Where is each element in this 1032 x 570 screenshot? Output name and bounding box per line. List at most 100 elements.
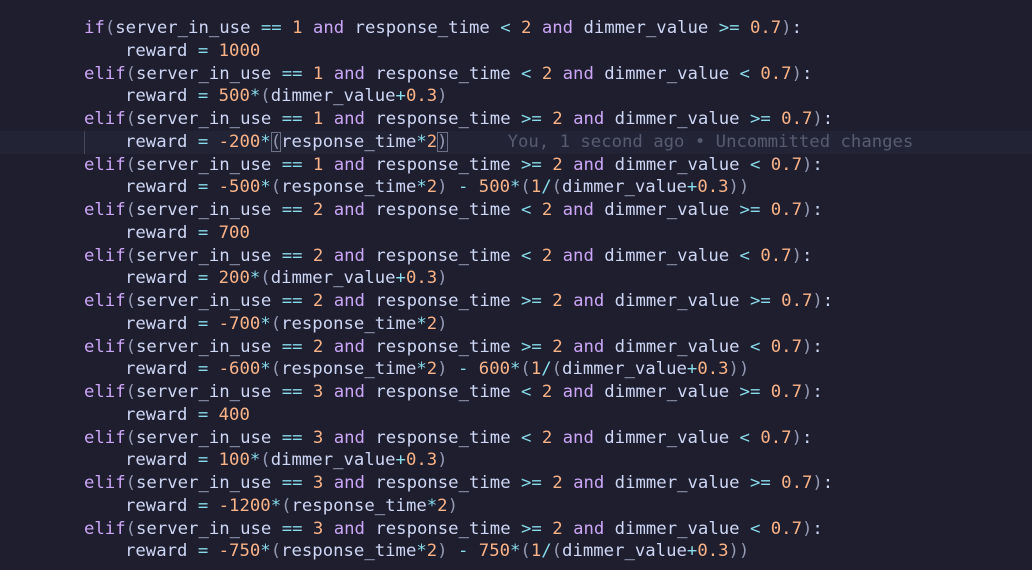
code-token: response_time <box>364 427 522 448</box>
code-editor[interactable]: if(server_in_use == 1 and response_time … <box>0 17 1032 563</box>
code-token: * <box>249 86 261 107</box>
code-token: response_time <box>364 382 522 402</box>
code-line[interactable]: elif(server_in_use == 2 and response_tim… <box>0 336 1032 359</box>
code-line[interactable]: elif(server_in_use == 1 and response_tim… <box>0 108 1032 131</box>
code-token: < <box>521 200 532 220</box>
code-token: >= <box>521 291 542 311</box>
code-token: elif <box>84 154 126 175</box>
code-token: >= <box>749 291 771 311</box>
code-token: 3 <box>312 427 324 448</box>
code-token: and <box>312 18 345 38</box>
code-token: * <box>510 177 521 198</box>
code-token: >= <box>749 109 771 129</box>
code-token: + <box>395 268 406 289</box>
code-line[interactable]: reward = -1200*(response_time*2) <box>0 495 1032 518</box>
code-token: server_in_use <box>115 18 261 38</box>
code-token: ( <box>270 359 282 380</box>
code-token: )) <box>728 177 750 198</box>
code-token: < <box>749 154 761 175</box>
code-line[interactable]: reward = -750*(response_time*2) - 750*(1… <box>0 540 1032 563</box>
code-token: 2 <box>552 473 563 493</box>
code-line[interactable]: elif(server_in_use == 2 and response_tim… <box>0 199 1032 222</box>
code-token: * <box>260 359 271 380</box>
code-token: ( <box>281 495 292 516</box>
code-token: ( <box>104 18 116 38</box>
code-token: : <box>801 427 813 448</box>
code-token: elif <box>84 336 126 357</box>
code-token: server_in_use <box>136 427 282 448</box>
code-line[interactable]: reward = -500*(response_time*2) - 500*(1… <box>0 176 1032 199</box>
code-token: and <box>573 473 605 493</box>
code-line[interactable]: reward = -700*(response_time*2) <box>0 313 1032 336</box>
code-line[interactable]: elif(server_in_use == 3 and response_tim… <box>0 427 1032 450</box>
code-line[interactable]: elif(server_in_use == 3 and response_tim… <box>0 518 1032 541</box>
code-token: and <box>562 382 594 402</box>
code-line[interactable]: elif(server_in_use == 3 and response_tim… <box>0 472 1032 495</box>
code-token: elif <box>84 109 126 129</box>
code-line[interactable]: elif(server_in_use == 2 and response_tim… <box>0 245 1032 268</box>
code-token: = <box>197 222 209 243</box>
code-line[interactable]: reward = -600*(response_time*2) - 600*(1… <box>0 358 1032 381</box>
code-token: - <box>457 359 469 380</box>
code-token: 2 <box>552 291 563 311</box>
code-token: 1 <box>312 63 324 84</box>
code-token: and <box>333 382 365 402</box>
code-token: 2 <box>552 154 563 175</box>
code-token: reward <box>125 222 198 243</box>
code-token: * <box>260 131 271 152</box>
code-token: 2 <box>521 18 532 38</box>
code-token: reward <box>125 359 198 380</box>
code-line[interactable]: reward = 100*(dimmer_value+0.3) <box>0 449 1032 472</box>
code-token: = <box>197 541 209 562</box>
code-token: ( <box>260 268 271 289</box>
code-token: and <box>333 518 365 539</box>
code-token: 1 <box>530 359 542 380</box>
code-line[interactable]: if(server_in_use == 1 and response_time … <box>0 17 1032 40</box>
code-token: ) <box>437 86 448 107</box>
code-line[interactable]: elif(server_in_use == 1 and response_tim… <box>0 63 1032 86</box>
code-token: == <box>281 154 303 175</box>
code-token: == <box>281 382 303 402</box>
code-token: ) <box>801 336 813 357</box>
code-token: ) <box>437 313 448 334</box>
code-line[interactable]: reward = 200*(dimmer_value+0.3) <box>0 267 1032 290</box>
code-line[interactable]: reward = 500*(dimmer_value+0.3) <box>0 85 1032 108</box>
code-token: 0.3 <box>405 450 438 471</box>
code-token: : <box>801 245 813 266</box>
code-token: reward <box>125 86 198 107</box>
code-token: < <box>749 336 761 357</box>
code-line[interactable]: reward = 1000 <box>0 40 1032 63</box>
code-token: response_time <box>364 473 522 493</box>
code-line[interactable]: elif(server_in_use == 1 and response_tim… <box>0 154 1032 177</box>
code-token: ) <box>801 518 813 539</box>
code-line[interactable]: elif(server_in_use == 2 and response_tim… <box>0 290 1032 313</box>
code-token: 0.7 <box>770 518 802 539</box>
code-token: 2 <box>541 427 553 448</box>
code-token: response_time <box>344 18 501 38</box>
code-token: response_time <box>364 518 522 539</box>
code-token: elif <box>84 200 126 220</box>
code-token: response_time <box>364 336 522 357</box>
code-line[interactable]: reward = 700 <box>0 222 1032 245</box>
code-token: ( <box>125 336 137 357</box>
code-line-current[interactable]: reward = -200*(response_time*2) You, 1 se… <box>0 130 1032 154</box>
code-line[interactable]: reward = 400 <box>0 404 1032 427</box>
code-line[interactable]: elif(server_in_use == 3 and response_tim… <box>0 381 1032 404</box>
code-token: server_in_use <box>136 154 282 175</box>
code-token: 2 <box>426 131 438 152</box>
code-token: = <box>197 131 209 152</box>
